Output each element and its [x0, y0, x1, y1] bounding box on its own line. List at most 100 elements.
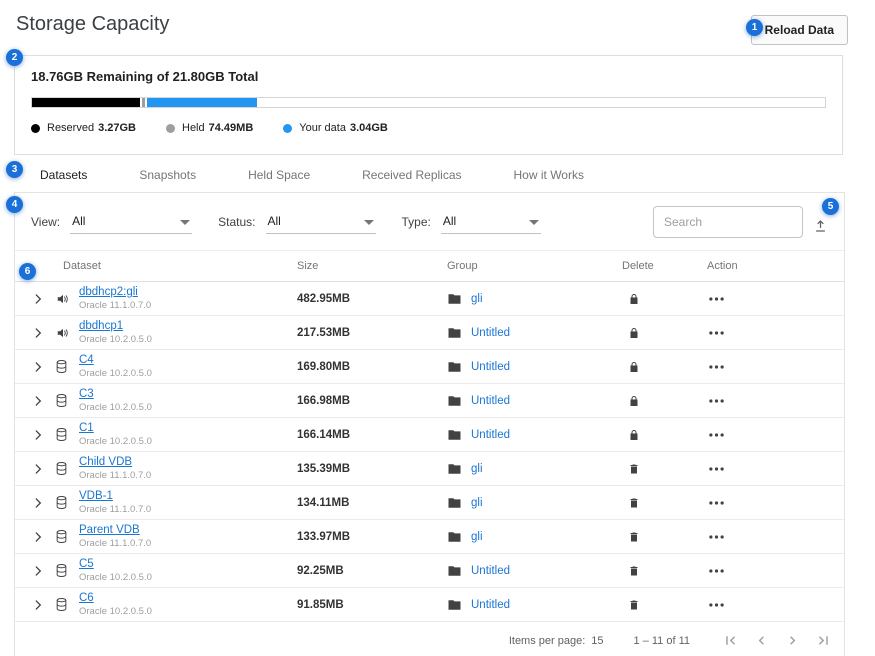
dataset-size: 134.11MB [297, 497, 447, 509]
lock-icon[interactable] [626, 358, 642, 376]
dataset-subtitle: Oracle 10.2.0.5.0 [79, 368, 297, 380]
database-icon [55, 495, 79, 510]
folder-icon [447, 361, 462, 373]
bar-reserved-segment [32, 98, 140, 107]
dataset-subtitle: Oracle 11.1.0.7.0 [79, 470, 297, 482]
dataset-subtitle: Oracle 10.2.0.5.0 [79, 572, 297, 584]
search-input[interactable] [653, 206, 803, 238]
row-expander[interactable] [31, 428, 55, 442]
row-actions-button[interactable] [707, 397, 726, 405]
items-per-page-value[interactable]: 15 [591, 635, 603, 647]
dataset-link[interactable]: Child VDB [79, 455, 297, 469]
callout-2: 2 [6, 49, 23, 66]
callout-6: 6 [19, 263, 36, 280]
row-actions-button[interactable] [707, 465, 726, 473]
group-link[interactable]: Untitled [471, 395, 510, 407]
row-actions-button[interactable] [707, 295, 726, 303]
type-filter-select[interactable]: All [441, 209, 541, 234]
database-icon [55, 597, 79, 612]
row-expander[interactable] [31, 564, 55, 578]
trash-icon[interactable] [626, 528, 642, 546]
pagination-bar: Items per page:15 1 – 11 of 11 [15, 622, 844, 656]
dataset-size: 166.14MB [297, 429, 447, 441]
dataset-size: 91.85MB [297, 599, 447, 611]
group-link[interactable]: Untitled [471, 565, 510, 577]
legend-item: Your data3.04GB [283, 122, 388, 134]
tab-received-replicas[interactable]: Received Replicas [362, 168, 461, 182]
capacity-summary: 18.76GB Remaining of 21.80GB Total [31, 69, 826, 84]
row-expander[interactable] [31, 394, 55, 408]
dataset-link[interactable]: VDB-1 [79, 489, 297, 503]
status-filter: Status: All [218, 209, 375, 234]
dataset-link[interactable]: C4 [79, 353, 297, 367]
group-link[interactable]: Untitled [471, 599, 510, 611]
row-expander[interactable] [31, 462, 55, 476]
row-expander[interactable] [31, 496, 55, 510]
view-filter-select[interactable]: All [70, 209, 192, 234]
table-row: C6Oracle 10.2.0.5.091.85MBUntitled [15, 588, 844, 622]
database-icon [55, 529, 79, 544]
dataset-link[interactable]: dbdhcp1 [79, 319, 297, 333]
lock-icon[interactable] [626, 324, 642, 342]
row-expander[interactable] [31, 530, 55, 544]
dataset-size: 135.39MB [297, 463, 447, 475]
first-page-button[interactable] [720, 630, 741, 651]
tab-datasets[interactable]: Datasets [40, 168, 87, 182]
dsource-icon [55, 292, 79, 306]
reload-data-button[interactable]: Reload Data [751, 15, 848, 45]
row-expander[interactable] [31, 326, 55, 340]
lock-icon[interactable] [626, 426, 642, 444]
chevron-down-icon [180, 214, 190, 228]
dataset-link[interactable]: C6 [79, 591, 297, 605]
group-link[interactable]: gli [471, 531, 483, 543]
row-actions-button[interactable] [707, 329, 726, 337]
row-actions-button[interactable] [707, 499, 726, 507]
folder-icon [447, 293, 462, 305]
group-link[interactable]: gli [471, 497, 483, 509]
row-actions-button[interactable] [707, 363, 726, 371]
legend-dot [31, 124, 40, 133]
legend-label: Held [182, 122, 205, 134]
chevron-down-icon [529, 214, 539, 228]
row-actions-button[interactable] [707, 431, 726, 439]
row-expander[interactable] [31, 598, 55, 612]
row-actions-button[interactable] [707, 533, 726, 541]
dataset-subtitle: Oracle 10.2.0.5.0 [79, 436, 297, 448]
trash-icon[interactable] [626, 562, 642, 580]
trash-icon[interactable] [626, 596, 642, 614]
dataset-link[interactable]: C1 [79, 421, 297, 435]
dataset-link[interactable]: C5 [79, 557, 297, 571]
lock-icon[interactable] [626, 392, 642, 410]
next-page-button[interactable] [782, 630, 803, 651]
lock-icon[interactable] [626, 290, 642, 308]
group-link[interactable]: gli [471, 293, 483, 305]
dataset-link[interactable]: dbdhcp2:gli [79, 285, 297, 299]
group-link[interactable]: gli [471, 463, 483, 475]
dsource-icon [55, 326, 79, 340]
row-expander[interactable] [31, 360, 55, 374]
legend-dot [166, 124, 175, 133]
dataset-link[interactable]: C3 [79, 387, 297, 401]
prev-page-button[interactable] [751, 630, 772, 651]
tab-how-it-works[interactable]: How it Works [514, 168, 584, 182]
tab-held-space[interactable]: Held Space [248, 168, 310, 182]
trash-icon[interactable] [626, 494, 642, 512]
last-page-button[interactable] [813, 630, 834, 651]
row-actions-button[interactable] [707, 567, 726, 575]
dataset-subtitle: Oracle 11.1.0.7.0 [79, 300, 297, 312]
folder-icon [447, 429, 462, 441]
export-button[interactable] [811, 216, 830, 239]
database-icon [55, 359, 79, 374]
row-actions-button[interactable] [707, 601, 726, 609]
status-filter-select[interactable]: All [266, 209, 376, 234]
group-link[interactable]: Untitled [471, 327, 510, 339]
tab-snapshots[interactable]: Snapshots [139, 168, 196, 182]
row-expander[interactable] [31, 292, 55, 306]
dataset-size: 482.95MB [297, 293, 447, 305]
database-icon [55, 427, 79, 442]
items-per-page: Items per page:15 [509, 635, 604, 647]
dataset-link[interactable]: Parent VDB [79, 523, 297, 537]
group-link[interactable]: Untitled [471, 361, 510, 373]
trash-icon[interactable] [626, 460, 642, 478]
group-link[interactable]: Untitled [471, 429, 510, 441]
